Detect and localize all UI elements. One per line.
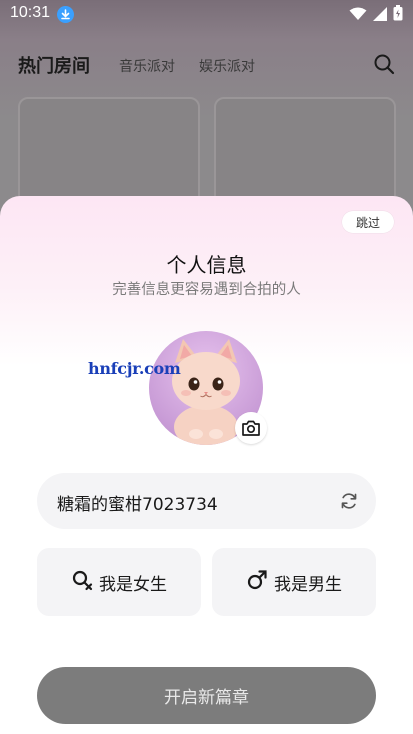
wifi-icon [349, 6, 367, 25]
tab-fun-party[interactable]: 娱乐派对 [199, 56, 255, 76]
start-button[interactable]: 开启新篇章 [37, 667, 376, 724]
gender-female-option[interactable]: 我是女生 [37, 548, 201, 616]
tab-hot-rooms[interactable]: 热门房间 [18, 52, 90, 78]
status-time: 10:31 [10, 4, 51, 21]
status-bar: 10:31 [0, 0, 413, 28]
gender-male-option[interactable]: 我是男生 [212, 548, 376, 616]
signal-icon [373, 6, 387, 25]
top-nav: 热门房间 音乐派对 娱乐派对 [0, 48, 413, 82]
battery-icon [393, 5, 403, 25]
sheet-subtitle: 完善信息更容易遇到合拍的人 [112, 282, 301, 298]
watermark: hnfcjr.com [88, 359, 181, 378]
gender-male-label: 我是男生 [274, 574, 342, 595]
male-icon [246, 569, 268, 596]
download-icon [57, 6, 74, 23]
sheet-title: 个人信息 [166, 253, 247, 277]
status-icons [349, 5, 403, 25]
skip-button[interactable]: 跳过 [342, 211, 394, 233]
gender-female-label: 我是女生 [99, 574, 167, 595]
refresh-icon[interactable] [340, 492, 358, 514]
search-icon[interactable] [373, 53, 395, 79]
female-icon [71, 569, 93, 596]
profile-sheet: 跳过 个人信息 完善信息更容易遇到合拍的人 hnfcjr.com 糖霜的蜜柑70… [0, 196, 413, 734]
nickname-value: 糖霜的蜜柑7023734 [57, 495, 218, 515]
camera-icon[interactable] [235, 412, 267, 444]
nickname-field[interactable]: 糖霜的蜜柑7023734 [37, 473, 376, 529]
tab-music-party[interactable]: 音乐派对 [119, 56, 175, 76]
